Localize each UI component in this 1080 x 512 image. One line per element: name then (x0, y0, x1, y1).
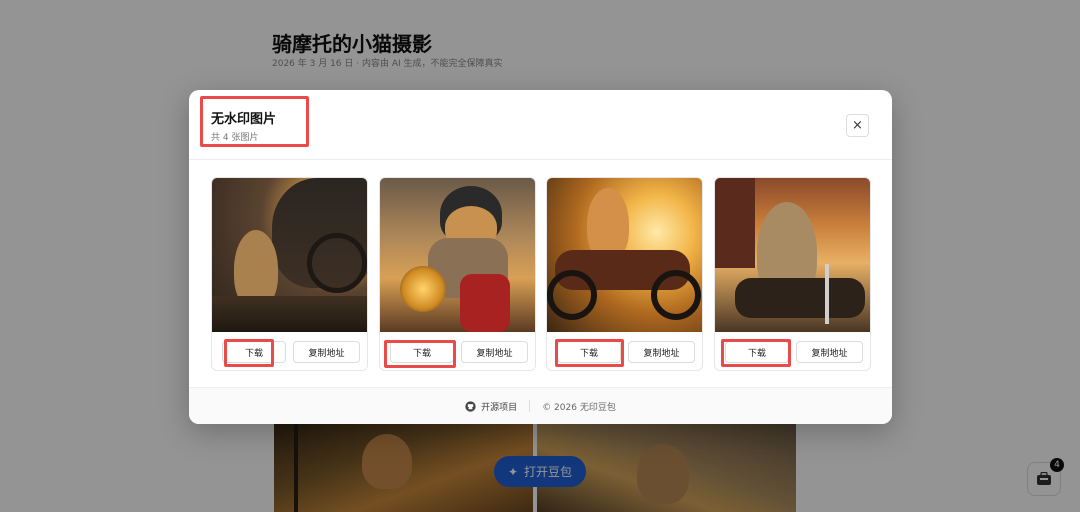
image-modal: 无水印图片 共 4 张图片 × 下载 复制地址 下载 复制地址 下载 复制地址 … (189, 90, 892, 424)
cat-motorcycle-image-1[interactable] (212, 178, 367, 332)
card-actions: 下载 复制地址 (547, 332, 702, 370)
copy-url-button[interactable]: 复制地址 (796, 341, 863, 363)
copy-url-button[interactable]: 复制地址 (293, 341, 360, 363)
github-icon (465, 400, 476, 412)
download-highlight-box (224, 339, 274, 367)
image-card: 下载 复制地址 (546, 177, 703, 371)
close-button[interactable]: × (846, 114, 869, 137)
close-icon: × (852, 118, 863, 133)
download-highlight-box (384, 340, 456, 368)
cat-motorcycle-image-4[interactable] (715, 178, 870, 332)
image-card: 下载 复制地址 (211, 177, 368, 371)
cat-motorcycle-image-2[interactable] (380, 178, 535, 332)
card-actions: 下载 复制地址 (380, 332, 535, 370)
copy-url-button[interactable]: 复制地址 (628, 341, 695, 363)
image-grid: 下载 复制地址 下载 复制地址 下载 复制地址 下载 复制地址 (211, 177, 871, 372)
download-highlight-box (555, 339, 624, 367)
download-highlight-box (721, 339, 791, 367)
footer-divider (529, 400, 531, 412)
cat-motorcycle-image-3[interactable] (547, 178, 702, 332)
card-actions: 下载 复制地址 (212, 332, 367, 370)
header-highlight-box (200, 96, 309, 147)
copy-url-button[interactable]: 复制地址 (461, 341, 528, 363)
copyright-text: © 2026 无印豆包 (542, 402, 616, 413)
image-card: 下载 复制地址 (379, 177, 536, 371)
modal-header: 无水印图片 共 4 张图片 × (189, 90, 892, 160)
image-card: 下载 复制地址 (714, 177, 871, 371)
card-actions: 下载 复制地址 (715, 332, 870, 370)
modal-footer: 开源项目 © 2026 无印豆包 (189, 387, 892, 424)
github-link[interactable]: 开源项目 (465, 400, 517, 413)
